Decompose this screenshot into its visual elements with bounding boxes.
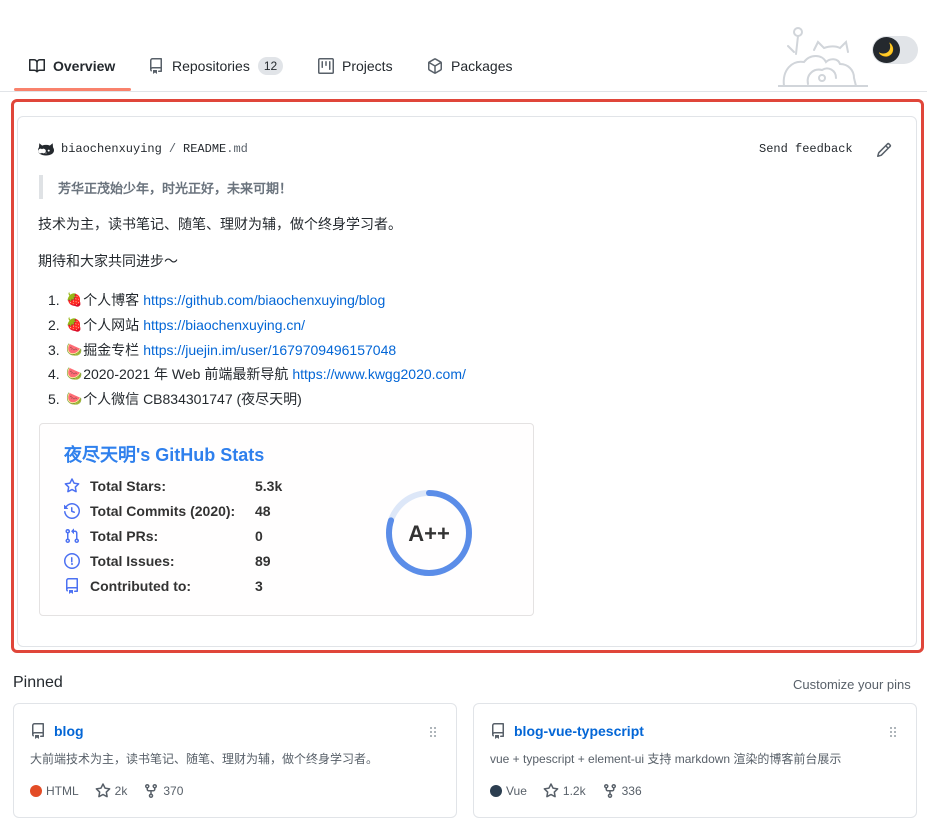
repo-stars[interactable]: 2k (95, 783, 127, 799)
repo-icon (492, 723, 504, 739)
active-tab-indicator (14, 88, 131, 91)
pinned-heading: Pinned (13, 674, 63, 691)
tab-label: Overview (53, 58, 116, 74)
pinned-repo-description: 大前端技术为主，读书笔记、随笔、理财为辅，做个终身学习者。 (30, 752, 379, 766)
repo-stars[interactable]: 1.2k (543, 783, 586, 799)
tab-label: Projects (342, 58, 393, 74)
theme-toggle[interactable]: 🌙 (872, 36, 918, 64)
repo-icon (150, 58, 162, 74)
pinned-card-blog-vue-typescript: blog-vue-typescript vue + typescript + e… (473, 703, 917, 818)
language-color-dot (30, 785, 42, 797)
package-icon (428, 58, 442, 74)
pinned-repo-meta: Vue 1.2k 336 (490, 783, 658, 799)
book-icon (29, 58, 45, 73)
pinned-repo-link[interactable]: blog-vue-typescript (490, 723, 644, 739)
tab-label: Packages (451, 58, 513, 74)
repo-count-badge: 12 (257, 57, 284, 75)
drag-handle-icon[interactable] (425, 724, 441, 740)
moon-icon: 🌙 (873, 37, 900, 63)
pinned-repo-name: blog (54, 723, 84, 739)
pinned-repo-name: blog-vue-typescript (514, 723, 644, 739)
tab-label: Repositories (172, 58, 250, 74)
tab-overview[interactable]: Overview (29, 50, 115, 82)
pinned-repo-link[interactable]: blog (30, 723, 84, 739)
repo-language: HTML (30, 784, 79, 798)
project-icon (318, 58, 334, 74)
repo-language: Vue (490, 784, 527, 798)
star-icon (95, 783, 111, 798)
octocat-illustration (778, 27, 868, 87)
customize-pins-link[interactable]: Customize your pins (793, 677, 911, 692)
profile-tabs: Overview Repositories 12 Projects Packag… (0, 0, 927, 92)
repo-forks[interactable]: 370 (143, 783, 183, 799)
pinned-card-blog: blog 大前端技术为主，读书笔记、随笔、理财为辅，做个终身学习者。 HTML … (13, 703, 457, 818)
star-icon (543, 783, 559, 798)
pinned-repo-meta: HTML 2k 370 (30, 783, 199, 799)
repo-icon (31, 723, 44, 739)
tab-projects[interactable]: Projects (318, 50, 393, 82)
pinned-repo-description: vue + typescript + element-ui 支持 markdow… (490, 752, 842, 766)
repo-forks[interactable]: 336 (602, 783, 642, 799)
tab-packages[interactable]: Packages (427, 50, 512, 82)
highlight-frame (11, 99, 924, 653)
drag-handle-icon[interactable] (885, 724, 901, 740)
fork-icon (145, 784, 158, 799)
fork-icon (603, 784, 616, 799)
language-color-dot (490, 785, 502, 797)
tab-repositories[interactable]: Repositories 12 (148, 50, 284, 82)
